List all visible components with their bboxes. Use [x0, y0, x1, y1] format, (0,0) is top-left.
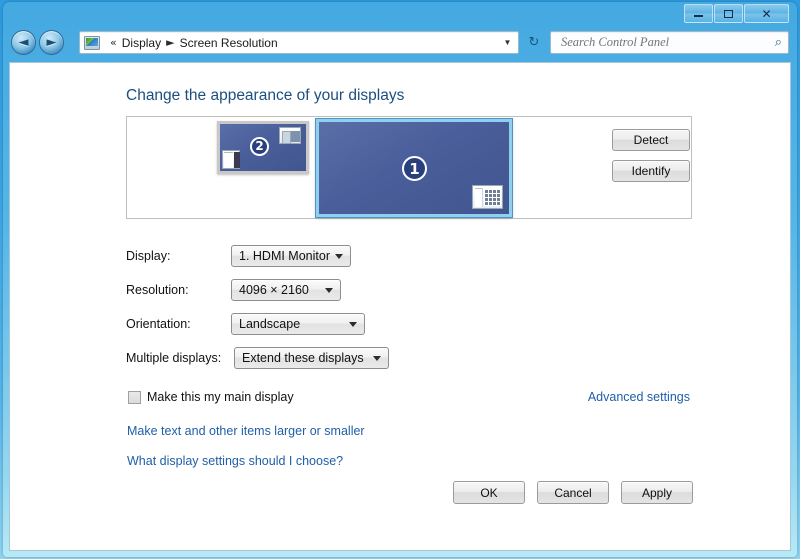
minimize-icon	[694, 15, 703, 17]
address-bar: ◄ ► « Display ► Screen Resolution ▼ ↻ ⌕	[3, 26, 797, 60]
make-text-larger-link[interactable]: Make text and other items larger or smal…	[127, 424, 365, 438]
close-icon: ✕	[761, 8, 771, 20]
monitor-preview-2[interactable]: 2	[217, 121, 309, 174]
content-area: Change the appearance of your displays 2…	[9, 62, 791, 551]
make-main-display-row[interactable]: Make this my main display	[128, 390, 294, 404]
monitor-number-badge: 2	[250, 137, 269, 156]
breadcrumb-separator-icon: ►	[166, 36, 174, 49]
back-button[interactable]: ◄	[11, 30, 36, 55]
orientation-dropdown-value: Landscape	[239, 317, 300, 331]
what-display-settings-link[interactable]: What display settings should I choose?	[127, 454, 343, 468]
screen-resolution-window: ✕ ◄ ► « Display ► Screen Resolution ▼ ↻ …	[3, 2, 797, 557]
make-main-display-checkbox[interactable]	[128, 391, 141, 404]
resolution-dropdown-value: 4096 × 2160	[239, 283, 309, 297]
orientation-label: Orientation:	[126, 317, 191, 331]
identify-button[interactable]: Identify	[612, 160, 690, 182]
display-dropdown-value: 1. HDMI Monitor	[239, 249, 330, 263]
breadcrumb-chevrons-icon: «	[110, 36, 117, 49]
refresh-icon[interactable]: ↻	[524, 33, 544, 52]
multiple-displays-dropdown-value: Extend these displays	[242, 351, 364, 365]
multiple-displays-label: Multiple displays:	[126, 351, 221, 365]
minimize-button[interactable]	[684, 4, 713, 23]
chevron-down-icon	[349, 322, 357, 327]
chevron-down-icon	[325, 288, 333, 293]
breadcrumb[interactable]: « Display ► Screen Resolution ▼	[79, 31, 519, 54]
ok-button[interactable]: OK	[453, 481, 525, 504]
resolution-label: Resolution:	[126, 283, 189, 297]
maximize-icon	[724, 10, 733, 18]
monitor-number-badge: 1	[402, 156, 427, 181]
search-input[interactable]	[559, 34, 759, 51]
cancel-button[interactable]: Cancel	[537, 481, 609, 504]
multiple-displays-dropdown[interactable]: Extend these displays	[234, 347, 389, 369]
chevron-down-icon[interactable]: ▼	[499, 34, 516, 51]
window-thumbnail-icon	[472, 185, 503, 209]
close-button[interactable]: ✕	[744, 4, 789, 23]
search-icon: ⌕	[775, 35, 782, 50]
resolution-dropdown[interactable]: 4096 × 2160	[231, 279, 341, 301]
window-thumbnail-icon	[279, 127, 301, 144]
window-controls: ✕	[683, 4, 789, 23]
advanced-settings-link[interactable]: Advanced settings	[588, 390, 690, 404]
breadcrumb-item-screen-resolution[interactable]: Screen Resolution	[180, 36, 278, 50]
maximize-button[interactable]	[714, 4, 743, 23]
chevron-down-icon	[373, 356, 381, 361]
orientation-dropdown[interactable]: Landscape	[231, 313, 365, 335]
title-bar: ✕	[3, 2, 797, 26]
forward-button[interactable]: ►	[39, 30, 64, 55]
apply-button[interactable]: Apply	[621, 481, 693, 504]
display-label: Display:	[126, 249, 170, 263]
back-arrow-icon: ◄	[19, 36, 29, 49]
chevron-down-icon	[335, 254, 343, 259]
search-box[interactable]: ⌕	[550, 31, 789, 54]
control-panel-display-icon	[84, 36, 100, 50]
display-dropdown[interactable]: 1. HDMI Monitor	[231, 245, 351, 267]
window-thumbnail-icon	[222, 150, 240, 169]
display-arrangement-panel[interactable]: 2 1	[126, 116, 692, 219]
forward-arrow-icon: ►	[47, 36, 57, 49]
detect-button[interactable]: Detect	[612, 129, 690, 151]
monitor-preview-1[interactable]: 1	[316, 119, 512, 217]
page-title: Change the appearance of your displays	[126, 87, 404, 105]
breadcrumb-item-display[interactable]: Display	[122, 36, 161, 50]
make-main-display-label: Make this my main display	[147, 390, 294, 404]
